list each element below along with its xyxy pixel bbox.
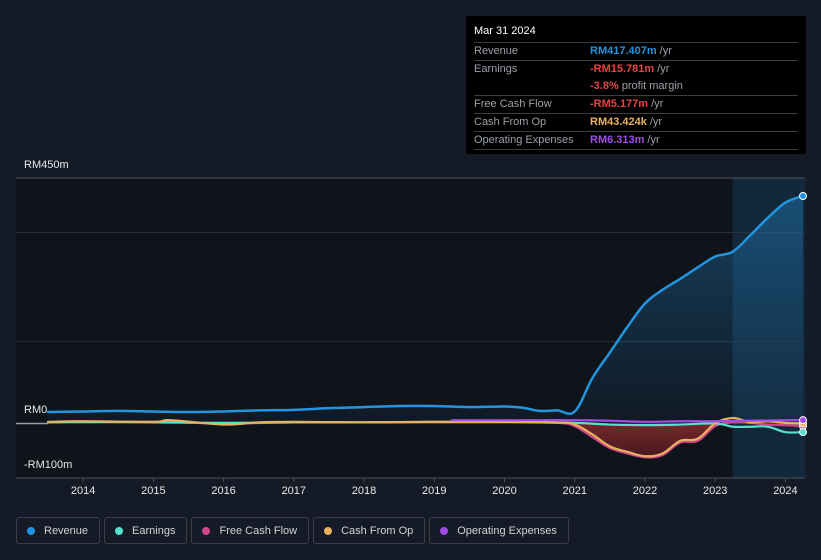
tooltip-label: Revenue: [474, 45, 519, 57]
tooltip-row-free-cash-flow: Free Cash Flow -RM5.177m /yr: [474, 96, 798, 114]
tooltip-unit: /yr: [659, 45, 672, 57]
tooltip-value: -RM5.177m: [590, 98, 649, 110]
tooltip-label: [474, 78, 590, 95]
tooltip-unit: /yr: [657, 63, 670, 75]
tooltip-unit: profit margin: [621, 80, 683, 92]
x-tick-label: 2018: [351, 485, 377, 497]
tooltip-value: -RM15.781m: [590, 63, 655, 75]
tooltip-row-cash-from-op: Cash From Op RM43.424k /yr: [474, 114, 798, 132]
legend-item-earnings[interactable]: Earnings: [104, 517, 188, 544]
earnings-end-marker: [799, 428, 807, 437]
legend-item-operating-expenses[interactable]: Operating Expenses: [429, 517, 569, 544]
legend-label: Revenue: [44, 524, 89, 537]
tooltip-value: RM417.407m: [590, 45, 657, 57]
legend-item-cash-from-op[interactable]: Cash From Op: [313, 517, 426, 544]
x-tick-label: 2019: [422, 485, 447, 497]
legend-dot-icon: [440, 526, 449, 535]
tooltip-unit: /yr: [647, 134, 660, 146]
y-tick-label: -RM100m: [24, 459, 73, 471]
legend-item-free-cash-flow[interactable]: Free Cash Flow: [191, 517, 310, 544]
legend-dot-icon: [27, 526, 35, 535]
x-tick-label: 2022: [632, 485, 658, 497]
operating-expenses-end-marker: [799, 416, 807, 425]
legend-dot-icon: [115, 526, 124, 535]
tooltip-panel: Mar 31 2024 Revenue RM417.407m /yr Earni…: [466, 16, 806, 154]
tooltip-row-earnings: Earnings -RM15.781m /yr: [474, 61, 798, 78]
tooltip-value: RM6.313m: [590, 134, 645, 146]
tooltip-value: RM43.424k: [590, 116, 647, 128]
legend-label: Free Cash Flow: [219, 524, 298, 537]
legend-item-revenue[interactable]: Revenue: [16, 517, 101, 544]
legend: Revenue Earnings Free Cash Flow Cash Fro…: [16, 517, 569, 544]
x-tick-label: 2023: [702, 485, 728, 497]
revenue-end-marker: [799, 192, 807, 200]
legend-label: Earnings: [132, 524, 176, 537]
tooltip-unit: /yr: [651, 98, 664, 110]
tooltip-row-profit-margin: -3.8% profit margin: [474, 78, 798, 96]
y-tick-label: RM450m: [24, 159, 69, 171]
x-tick-label: 2021: [562, 485, 587, 497]
tooltip-label: Operating Expenses: [474, 134, 574, 146]
legend-label: Operating Expenses: [457, 524, 557, 537]
legend-dot-icon: [202, 526, 211, 535]
tooltip-row-revenue: Revenue RM417.407m /yr: [474, 43, 798, 61]
x-tick-label: 2020: [492, 485, 517, 497]
x-tick-label: 2014: [70, 485, 96, 497]
tooltip-date: Mar 31 2024: [474, 24, 798, 43]
y-tick-label: RM0: [24, 404, 48, 417]
legend-dot-icon: [324, 526, 333, 535]
tooltip-label: Cash From Op: [474, 116, 547, 128]
x-tick-label: 2016: [211, 485, 236, 497]
legend-label: Cash From Op: [341, 524, 414, 537]
x-tick-label: 2017: [281, 485, 307, 497]
tooltip-value: -3.8%: [590, 80, 619, 92]
tooltip-row-operating-expenses: Operating Expenses RM6.313m /yr: [474, 132, 798, 150]
tooltip-label: Earnings: [474, 63, 518, 75]
tooltip-unit: /yr: [649, 116, 663, 128]
tooltip-label: Free Cash Flow: [474, 98, 552, 110]
x-tick-label: 2015: [141, 485, 166, 497]
x-tick-label: 2024: [773, 485, 798, 497]
